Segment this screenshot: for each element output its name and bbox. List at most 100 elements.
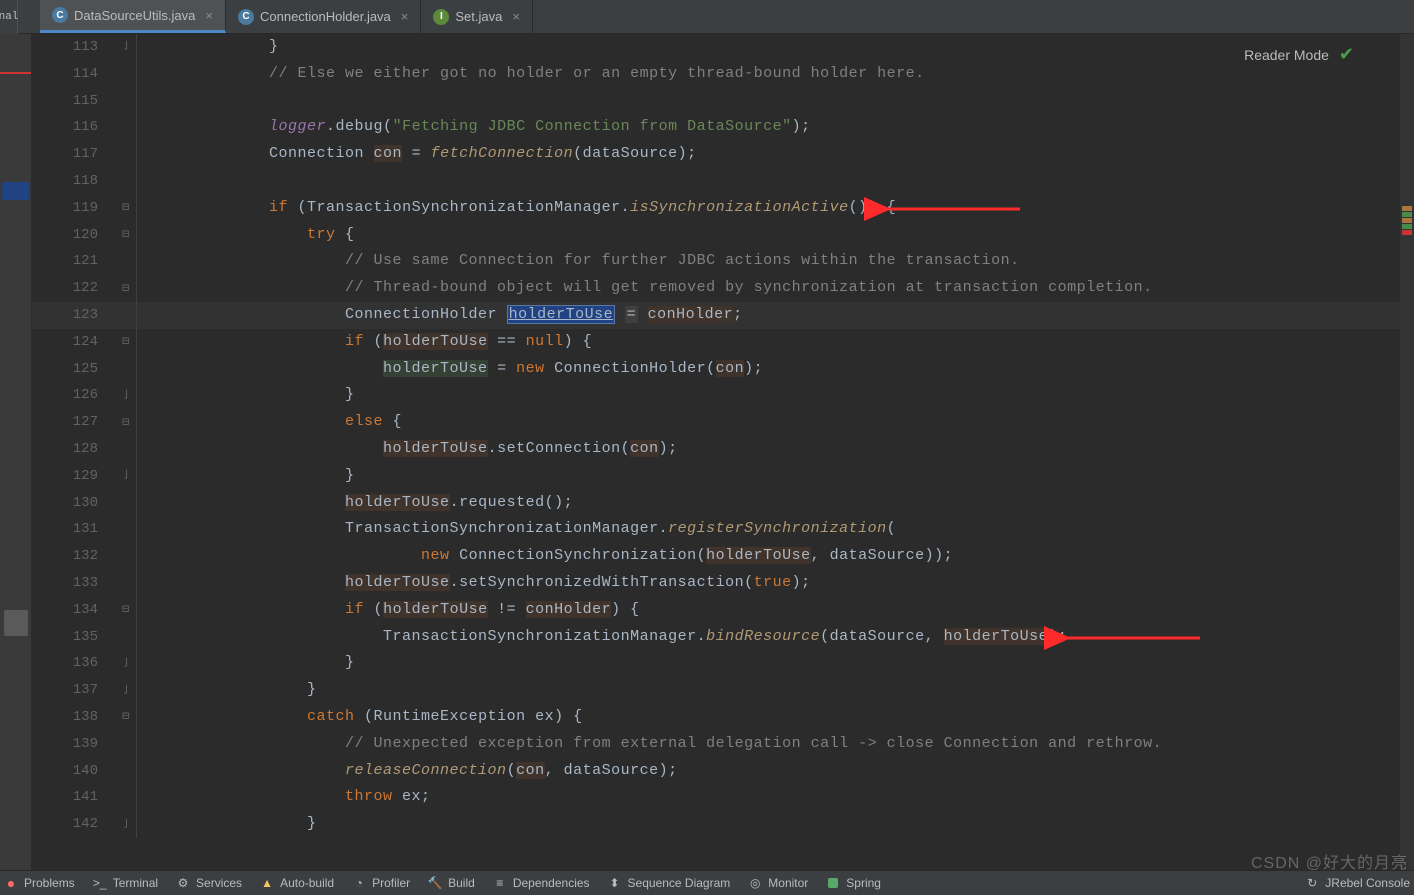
- code-line-119[interactable]: 119⊟ if (TransactionSynchronizationManag…: [32, 195, 1400, 222]
- code-content[interactable]: }: [137, 677, 317, 704]
- code-line-142[interactable]: 142˩ }: [32, 811, 1400, 838]
- gutter-fold[interactable]: ˩: [122, 34, 136, 61]
- reader-mode-badge[interactable]: Reader Mode ✔: [1244, 44, 1354, 65]
- code-content[interactable]: TransactionSynchronizationManager.regist…: [137, 516, 896, 543]
- code-line-120[interactable]: 120⊟ try {: [32, 222, 1400, 249]
- code-line-121[interactable]: 121 // Use same Connection for further J…: [32, 248, 1400, 275]
- close-icon[interactable]: ×: [401, 9, 409, 24]
- gutter-fold[interactable]: [122, 570, 136, 597]
- gutter-fold[interactable]: ˩: [122, 463, 136, 490]
- gutter-fold[interactable]: ˩: [122, 650, 136, 677]
- code-line-130[interactable]: 130 holderToUse.requested();: [32, 490, 1400, 517]
- code-content[interactable]: TransactionSynchronizationManager.bindRe…: [137, 624, 1067, 651]
- code-content[interactable]: [137, 88, 155, 115]
- code-line-127[interactable]: 127⊟ else {: [32, 409, 1400, 436]
- bottom-item-spring[interactable]: Spring: [826, 876, 881, 890]
- bottom-item-terminal[interactable]: >_Terminal: [93, 876, 158, 890]
- gutter-fold[interactable]: [122, 543, 136, 570]
- code-line-138[interactable]: 138⊟ catch (RuntimeException ex) {: [32, 704, 1400, 731]
- code-line-134[interactable]: 134⊟ if (holderToUse != conHolder) {: [32, 597, 1400, 624]
- gutter-fold[interactable]: [122, 88, 136, 115]
- code-content[interactable]: }: [137, 34, 279, 61]
- code-line-125[interactable]: 125 holderToUse = new ConnectionHolder(c…: [32, 356, 1400, 383]
- code-line-128[interactable]: 128 holderToUse.setConnection(con);: [32, 436, 1400, 463]
- close-icon[interactable]: ×: [512, 9, 520, 24]
- gutter-fold[interactable]: ˩: [122, 677, 136, 704]
- code-content[interactable]: holderToUse = new ConnectionHolder(con);: [137, 356, 763, 383]
- code-content[interactable]: [137, 168, 155, 195]
- tab-0[interactable]: CDataSourceUtils.java×: [40, 0, 226, 33]
- gutter-fold[interactable]: ⊟: [122, 597, 136, 624]
- code-line-139[interactable]: 139 // Unexpected exception from externa…: [32, 731, 1400, 758]
- code-content[interactable]: Connection con = fetchConnection(dataSou…: [137, 141, 697, 168]
- gutter-fold[interactable]: ⊟: [122, 222, 136, 249]
- editor-minimap[interactable]: [1400, 34, 1414, 870]
- code-line-133[interactable]: 133 holderToUse.setSynchronizedWithTrans…: [32, 570, 1400, 597]
- gutter-fold[interactable]: [122, 356, 136, 383]
- code-content[interactable]: new ConnectionSynchronization(holderToUs…: [137, 543, 953, 570]
- bottom-item-jrebel[interactable]: ↻JRebel Console: [1305, 876, 1410, 890]
- code-editor[interactable]: Reader Mode ✔ 113˩ }114 // Else we eithe…: [32, 34, 1400, 870]
- code-content[interactable]: }: [137, 811, 317, 838]
- code-line-113[interactable]: 113˩ }: [32, 34, 1400, 61]
- code-content[interactable]: holderToUse.setConnection(con);: [137, 436, 678, 463]
- code-content[interactable]: try {: [137, 222, 355, 249]
- gutter-fold[interactable]: [122, 248, 136, 275]
- bottom-item-monitor[interactable]: ◎Monitor: [748, 876, 808, 890]
- gutter-fold[interactable]: ⊟: [122, 329, 136, 356]
- code-content[interactable]: // Use same Connection for further JDBC …: [137, 248, 1020, 275]
- code-line-132[interactable]: 132 new ConnectionSynchronization(holder…: [32, 543, 1400, 570]
- code-content[interactable]: }: [137, 382, 355, 409]
- code-content[interactable]: catch (RuntimeException ex) {: [137, 704, 583, 731]
- code-line-117[interactable]: 117 Connection con = fetchConnection(dat…: [32, 141, 1400, 168]
- code-line-136[interactable]: 136˩ }: [32, 650, 1400, 677]
- gutter-fold[interactable]: ⊟: [122, 195, 136, 222]
- close-icon[interactable]: ×: [205, 8, 213, 23]
- gutter-fold[interactable]: ⊟: [122, 409, 136, 436]
- code-line-115[interactable]: 115: [32, 88, 1400, 115]
- tab-1[interactable]: CConnectionHolder.java×: [226, 0, 421, 33]
- bottom-item-build[interactable]: 🔨Build: [428, 876, 475, 890]
- code-content[interactable]: logger.debug("Fetching JDBC Connection f…: [137, 114, 811, 141]
- code-content[interactable]: else {: [137, 409, 402, 436]
- code-line-141[interactable]: 141 throw ex;: [32, 784, 1400, 811]
- code-content[interactable]: if (TransactionSynchronizationManager.is…: [137, 195, 896, 222]
- gutter-fold[interactable]: [122, 490, 136, 517]
- gutter-fold[interactable]: [122, 731, 136, 758]
- code-content[interactable]: }: [137, 463, 355, 490]
- gutter-fold[interactable]: ˩: [122, 382, 136, 409]
- code-line-114[interactable]: 114 // Else we either got no holder or a…: [32, 61, 1400, 88]
- scrollbar-thumb[interactable]: [4, 610, 28, 636]
- code-content[interactable]: ConnectionHolder holderToUse = conHolder…: [137, 302, 743, 329]
- gutter-fold[interactable]: [122, 61, 136, 88]
- bottom-item-profiler[interactable]: ◔Profiler: [352, 876, 410, 890]
- code-line-131[interactable]: 131 TransactionSynchronizationManager.re…: [32, 516, 1400, 543]
- code-line-116[interactable]: 116 logger.debug("Fetching JDBC Connecti…: [32, 114, 1400, 141]
- code-content[interactable]: if (holderToUse == null) {: [137, 329, 592, 356]
- code-content[interactable]: throw ex;: [137, 784, 431, 811]
- code-content[interactable]: holderToUse.requested();: [137, 490, 573, 517]
- gutter-fold[interactable]: [122, 141, 136, 168]
- code-line-118[interactable]: 118: [32, 168, 1400, 195]
- code-content[interactable]: // Else we either got no holder or an em…: [137, 61, 925, 88]
- code-content[interactable]: holderToUse.setSynchronizedWithTransacti…: [137, 570, 811, 597]
- bottom-item-sequence-diagram[interactable]: ⬍Sequence Diagram: [608, 876, 731, 890]
- gutter-fold[interactable]: [122, 114, 136, 141]
- code-content[interactable]: releaseConnection(con, dataSource);: [137, 758, 678, 785]
- bottom-item-services[interactable]: ⚙Services: [176, 876, 242, 890]
- code-line-140[interactable]: 140 releaseConnection(con, dataSource);: [32, 758, 1400, 785]
- code-line-124[interactable]: 124⊟ if (holderToUse == null) {: [32, 329, 1400, 356]
- code-line-123[interactable]: 123 ConnectionHolder holderToUse = conHo…: [32, 302, 1400, 329]
- gutter-fold[interactable]: [122, 302, 136, 329]
- bottom-item-dependencies[interactable]: ≡Dependencies: [493, 876, 590, 890]
- gutter-fold[interactable]: ⊟: [122, 704, 136, 731]
- code-line-122[interactable]: 122⊟ // Thread-bound object will get rem…: [32, 275, 1400, 302]
- gutter-fold[interactable]: [122, 516, 136, 543]
- code-line-129[interactable]: 129˩ }: [32, 463, 1400, 490]
- code-line-126[interactable]: 126˩ }: [32, 382, 1400, 409]
- code-content[interactable]: if (holderToUse != conHolder) {: [137, 597, 640, 624]
- code-line-135[interactable]: 135 TransactionSynchronizationManager.bi…: [32, 624, 1400, 651]
- gutter-fold[interactable]: ⊟: [122, 275, 136, 302]
- tab-2[interactable]: ISet.java×: [421, 0, 533, 33]
- code-content[interactable]: }: [137, 650, 355, 677]
